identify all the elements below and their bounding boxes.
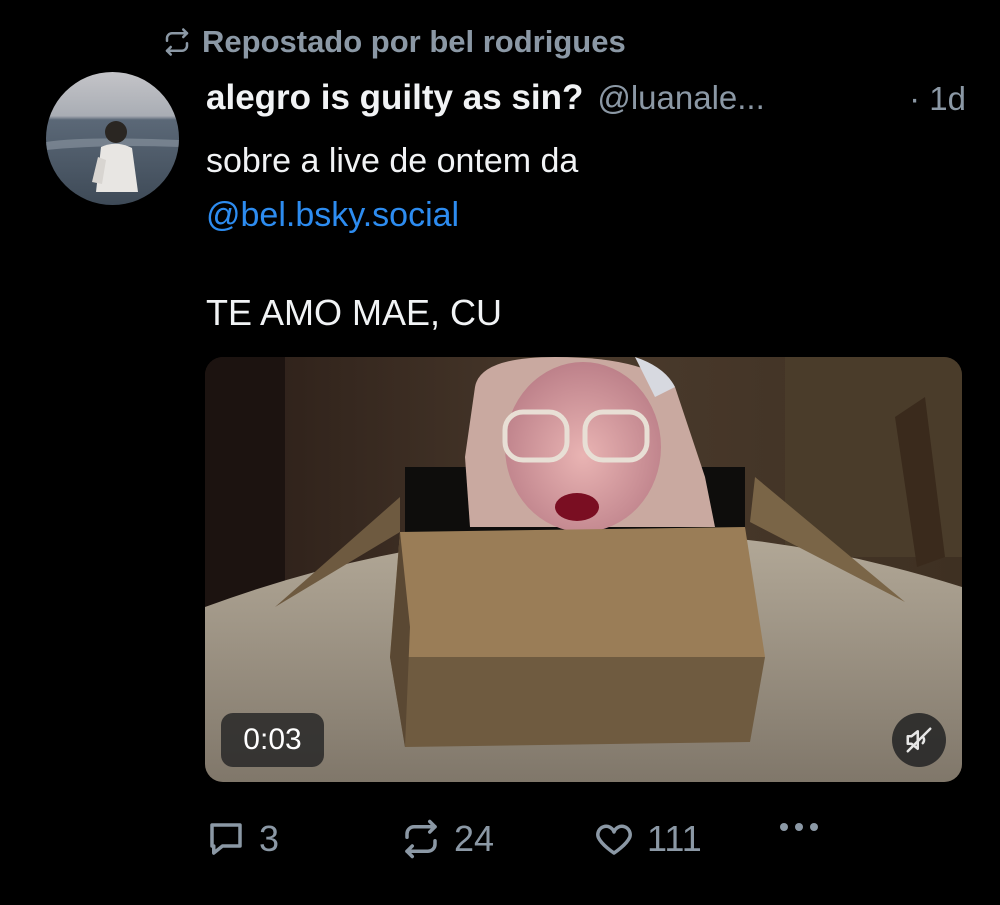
handle[interactable]: @luanale...: [597, 79, 764, 117]
timestamp[interactable]: · 1d: [909, 80, 966, 118]
repost-icon: [165, 28, 189, 56]
more-dots-icon: [780, 823, 788, 831]
mute-button[interactable]: [892, 713, 946, 767]
display-name[interactable]: alegro is guilty as sin?: [206, 78, 583, 118]
heart-icon: [596, 824, 632, 855]
like-count: 111: [647, 818, 702, 859]
avatar[interactable]: [46, 72, 179, 205]
action-bar: 3 24 111: [205, 818, 965, 868]
volume-muted-icon: [906, 727, 932, 753]
repost-indicator[interactable]: Repostado por bel rodrigues: [162, 24, 626, 60]
repost-icon: [405, 819, 437, 859]
post-text-line: TE AMO MAE, CU: [206, 292, 503, 333]
post-text: sobre a live de ontem da @bel.bsky.socia…: [206, 134, 946, 242]
repost-button[interactable]: 24: [400, 818, 494, 860]
reply-count: 3: [259, 818, 280, 859]
avatar-image: [46, 72, 179, 205]
reply-button[interactable]: 3: [205, 818, 279, 860]
post-text-line: sobre a live de ontem da: [206, 142, 579, 180]
repost-label: Repostado por bel rodrigues: [202, 24, 626, 59]
like-button[interactable]: 111: [593, 818, 702, 860]
video-duration: 0:03: [221, 713, 324, 767]
mention-link[interactable]: @bel.bsky.social: [206, 188, 946, 242]
more-options-button[interactable]: [780, 823, 818, 831]
post-header: alegro is guilty as sin? @luanale... · 1…: [206, 78, 966, 118]
repost-count: 24: [454, 818, 495, 859]
reply-icon: [210, 823, 242, 855]
